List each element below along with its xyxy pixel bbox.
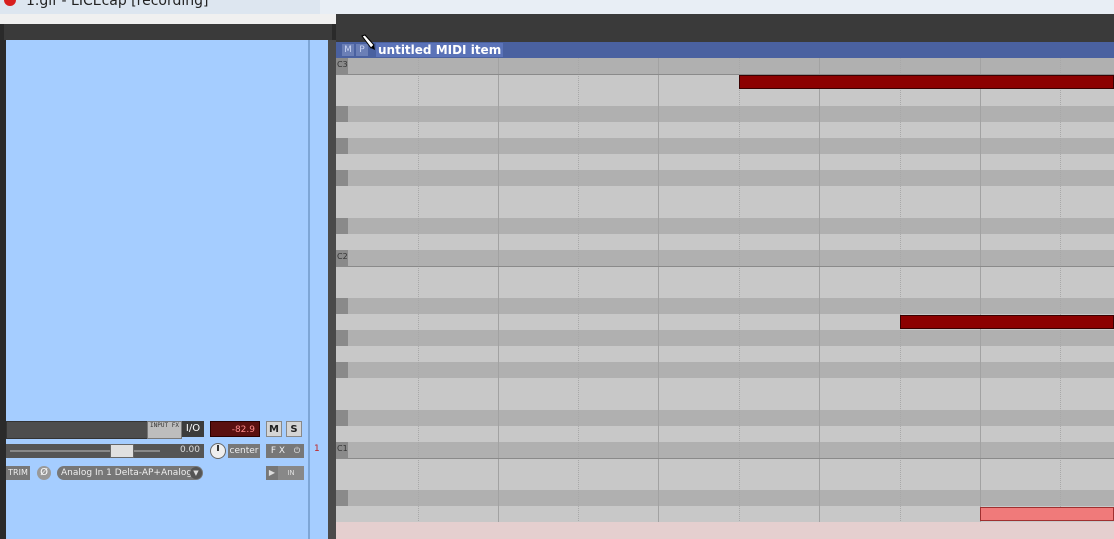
black-key (336, 218, 348, 234)
track-color-bar[interactable] (310, 40, 328, 539)
black-key (336, 170, 348, 186)
grid-line (900, 58, 901, 539)
title-bar-strip (320, 0, 1114, 14)
black-key (336, 410, 348, 426)
piano-row-black (336, 410, 1114, 426)
io-button[interactable]: I/O (182, 421, 204, 437)
grid-line (578, 58, 579, 539)
piano-row-white (336, 378, 1114, 394)
black-key (336, 138, 348, 154)
piano-row-white (336, 154, 1114, 170)
input-fx-button[interactable]: INPUT FX (147, 421, 182, 439)
piano-row-black (336, 490, 1114, 506)
midi-note[interactable] (900, 315, 1114, 329)
volume-fader-track (10, 450, 160, 452)
tcp-resize-edge[interactable] (328, 40, 336, 539)
track-meter: -82.9 (210, 421, 260, 437)
octave-label-c3: C3 (337, 60, 348, 69)
track-control-panel (0, 24, 336, 539)
piano-row-black (336, 362, 1114, 378)
monitor-play-icon[interactable]: ▶ (266, 466, 278, 480)
pan-value[interactable]: center (228, 444, 260, 458)
black-key (336, 330, 348, 346)
piano-row-black (336, 250, 1114, 266)
volume-fader[interactable]: 0.00 (6, 444, 204, 458)
grid-line (498, 58, 499, 539)
midi-item-header[interactable]: M P untitled MIDI item (336, 42, 1114, 58)
piano-row-white (336, 282, 1114, 298)
record-input-selector[interactable]: Analog In 1 Delta-AP+Analog I ▼ (57, 466, 203, 480)
fx-button[interactable]: F X (266, 444, 290, 458)
title-bar: 1.gif - LICEcap [recording] (0, 0, 1114, 14)
mute-button[interactable]: M (266, 421, 282, 437)
black-key (336, 298, 348, 314)
record-input-label: Analog In 1 Delta-AP+Analog I (61, 468, 198, 478)
volume-fader-thumb[interactable] (110, 444, 134, 458)
piano-row-white (336, 346, 1114, 362)
chevron-down-icon[interactable]: ▼ (190, 467, 202, 479)
black-key (336, 490, 348, 506)
volume-value: 0.00 (179, 445, 200, 455)
timeline-ruler[interactable] (336, 14, 1114, 42)
octave-label-c2: C2 (337, 252, 348, 261)
piano-row-black (336, 138, 1114, 154)
piano-row-white (336, 202, 1114, 218)
record-indicator-icon (4, 0, 16, 6)
record-monitor-button[interactable]: IN (278, 466, 304, 480)
piano-row-black (336, 330, 1114, 346)
octave-line-c2 (336, 266, 1114, 267)
piano-row-black (336, 170, 1114, 186)
pencil-cursor-icon (361, 34, 375, 50)
phase-invert-button[interactable]: Ø (37, 466, 51, 480)
piano-row-black (336, 106, 1114, 122)
midi-piano-roll[interactable]: C3 C2 C1 (336, 58, 1114, 539)
octave-line-c1 (336, 458, 1114, 459)
track-number: 1 (314, 444, 320, 454)
fx-bypass-button[interactable]: ⏻ (290, 444, 304, 458)
solo-button[interactable]: S (286, 421, 302, 437)
octave-label-c1: C1 (337, 444, 348, 453)
selected-pitch-row (336, 522, 1114, 539)
piano-row-white (336, 474, 1114, 490)
piano-row-white (336, 394, 1114, 410)
track-panel[interactable] (6, 40, 308, 539)
black-key (336, 106, 348, 122)
piano-row-white (336, 186, 1114, 202)
midi-note[interactable] (739, 75, 1114, 89)
piano-row-black (336, 58, 1114, 74)
piano-row-white (336, 266, 1114, 282)
piano-row-black (336, 218, 1114, 234)
piano-row-black (336, 298, 1114, 314)
piano-row-white (336, 234, 1114, 250)
grid-line (819, 58, 820, 539)
item-mute-button[interactable]: M (342, 44, 354, 56)
piano-row-white (336, 122, 1114, 138)
midi-item-name: untitled MIDI item (376, 43, 504, 57)
grid-line (1060, 58, 1061, 539)
piano-row-black (336, 442, 1114, 458)
piano-row-white (336, 90, 1114, 106)
piano-row-white (336, 458, 1114, 474)
automation-mode-button[interactable]: TRIM (6, 466, 30, 480)
grid-line (418, 58, 419, 539)
grid-line (658, 58, 659, 539)
black-key (336, 362, 348, 378)
grid-line (739, 58, 740, 539)
grid-line (980, 58, 981, 539)
midi-note-selected[interactable] (980, 507, 1114, 521)
tcp-header (4, 24, 332, 40)
window-title: 1.gif - LICEcap [recording] (26, 0, 209, 9)
track-name-field[interactable] (6, 421, 148, 439)
piano-row-white (336, 426, 1114, 442)
pan-knob-icon[interactable] (210, 443, 226, 459)
